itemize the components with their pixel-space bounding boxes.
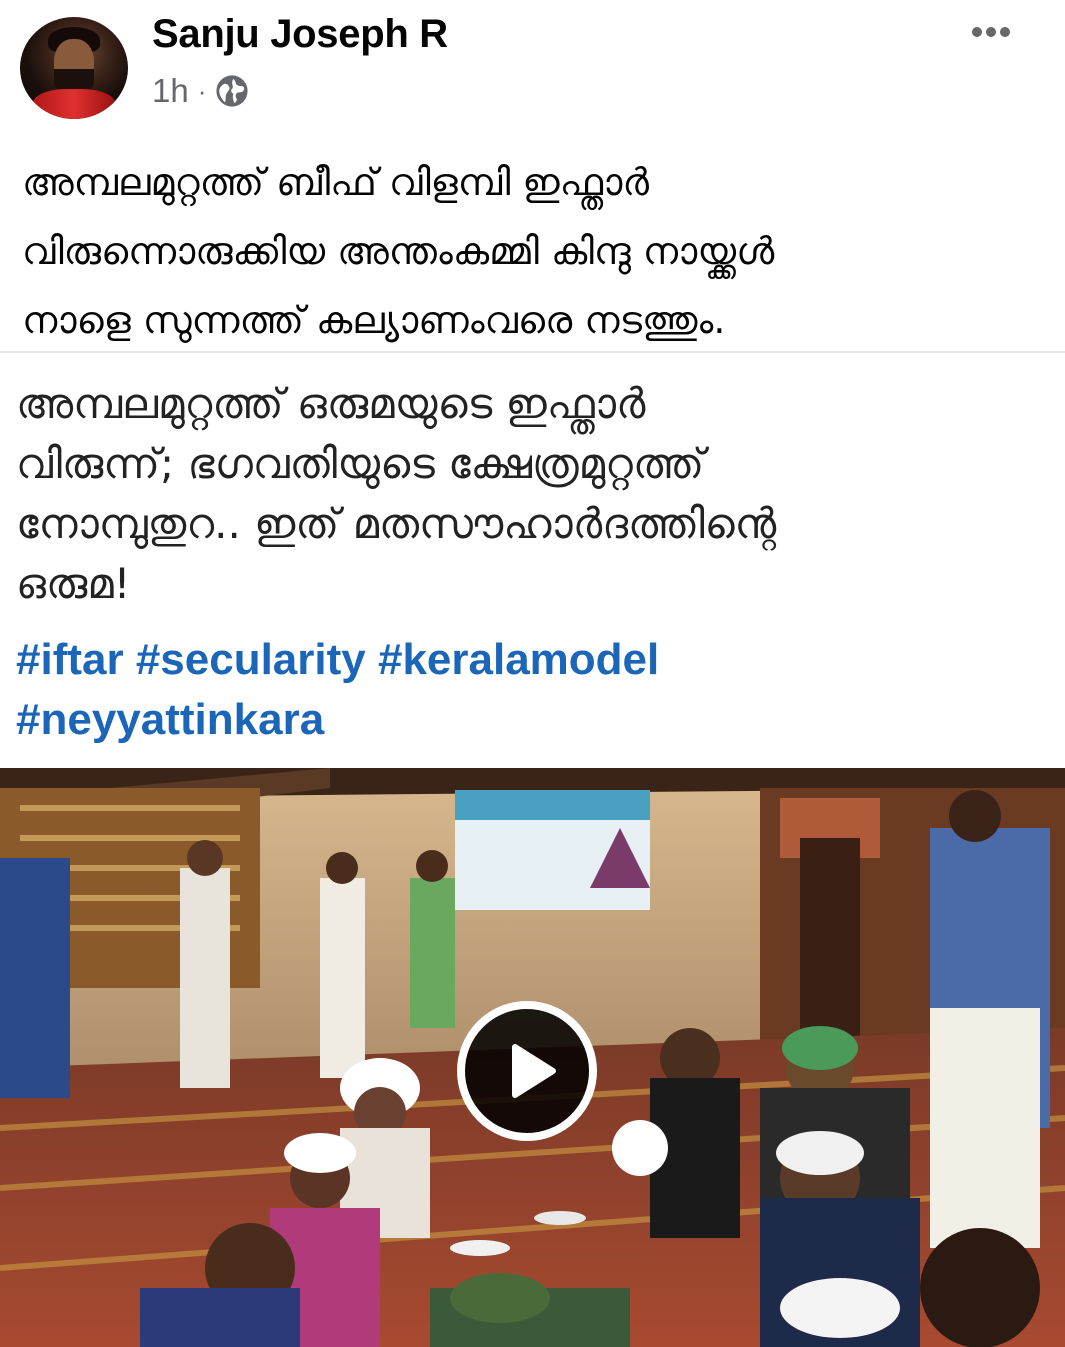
- post-text-line: നാളെ സുന്നത്ത് കല്യാണംവരെ നടത്തും.: [22, 298, 726, 342]
- post-text: അമ്പലമുറ്റത്ത് ബീഫ് വിളമ്പി ഇഫ്താർ വിരുന…: [22, 148, 1042, 355]
- post-time[interactable]: 1h: [152, 72, 189, 110]
- post-text-line: വിരുന്നൊരുക്കിയ അന്തംകമ്മി കിന്ദു നായ്ക്…: [22, 229, 775, 273]
- caption-line: ഒരുമ!: [16, 559, 131, 608]
- meta-separator: ·: [197, 75, 207, 106]
- author-name[interactable]: Sanju Joseph R: [152, 12, 448, 57]
- shared-caption: അമ്പലമുറ്റത്ത് ഒരുമയുടെ ഇഫ്താർ വിരുന്ന്;…: [16, 374, 1046, 614]
- globe-icon[interactable]: [215, 74, 249, 108]
- hashtags: #iftar #secularity #keralamodel #neyyatt…: [16, 630, 1046, 750]
- post-text-line: അമ്പലമുറ്റത്ത് ബീഫ് വിളമ്പി ഇഫ്താർ: [22, 160, 649, 204]
- post-meta: 1h ·: [152, 72, 249, 110]
- post-header: Sanju Joseph R 1h ·: [0, 0, 1065, 130]
- divider: [0, 351, 1065, 353]
- caption-line: അമ്പലമുറ്റത്ത് ഒരുമയുടെ ഇഫ്താർ: [16, 379, 646, 428]
- avatar[interactable]: [20, 17, 128, 119]
- caption-line: വിരുന്ന്; ഭഗവതിയുടെ ക്ഷേത്രമുറ്റത്ത്: [16, 439, 705, 488]
- caption-line: നോമ്പുതുറ.. ഇത് മതസൗഹാർദത്തിന്റെ: [16, 499, 777, 548]
- hashtag-line[interactable]: #neyyattinkara: [16, 690, 1046, 750]
- more-options-icon[interactable]: [966, 18, 1016, 44]
- hashtag-line[interactable]: #iftar #secularity #keralamodel: [16, 630, 1046, 690]
- play-icon: [512, 1044, 556, 1098]
- play-button[interactable]: [457, 1001, 597, 1141]
